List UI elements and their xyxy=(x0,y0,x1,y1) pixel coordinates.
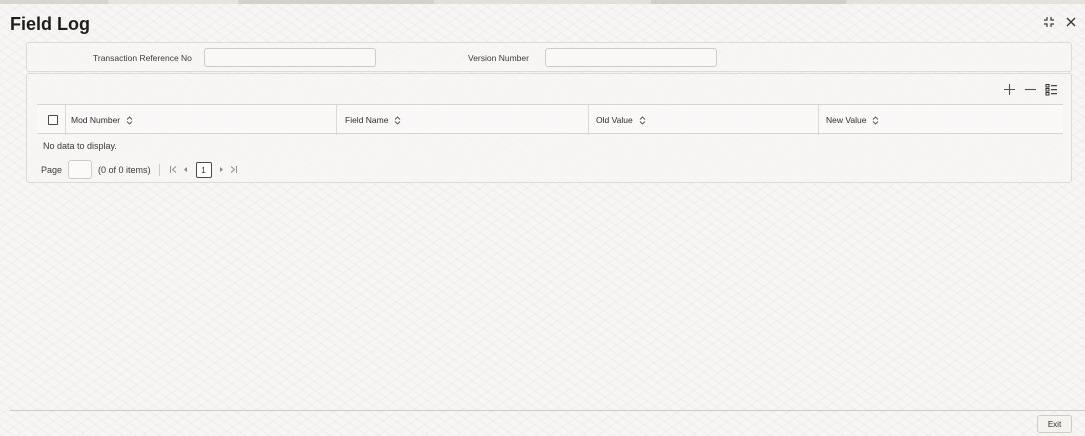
footer-divider xyxy=(10,410,1085,411)
select-all-checkbox[interactable] xyxy=(48,115,58,125)
next-page-icon[interactable] xyxy=(216,163,228,177)
column-header-field-name[interactable]: Field Name xyxy=(345,105,401,135)
column-header-label: Mod Number xyxy=(71,115,121,125)
field-log-table: Mod Number Field Name Old Value New Valu… xyxy=(37,104,1063,179)
column-header-label: Field Name xyxy=(345,115,389,125)
title-bar: Field Log xyxy=(10,12,90,36)
window-controls xyxy=(1041,14,1079,30)
version-number-label: Version Number xyxy=(468,53,529,63)
single-record-view-icon[interactable] xyxy=(1044,82,1059,97)
column-separator xyxy=(588,105,589,135)
page-title: Field Log xyxy=(10,13,90,34)
exit-button[interactable]: Exit xyxy=(1037,415,1072,433)
pagination-bar: Page (0 of 0 items) 1 xyxy=(41,160,240,179)
column-header-old-value[interactable]: Old Value xyxy=(596,105,646,135)
sort-icon[interactable] xyxy=(639,115,646,125)
version-number-input[interactable] xyxy=(545,48,717,67)
column-separator xyxy=(818,105,819,135)
close-icon[interactable] xyxy=(1063,14,1079,30)
column-header-label: New Value xyxy=(826,115,867,125)
column-separator xyxy=(65,105,66,135)
field-log-grid-panel: Mod Number Field Name Old Value New Valu… xyxy=(26,73,1072,183)
delete-row-icon[interactable] xyxy=(1023,82,1038,97)
table-header-row: Mod Number Field Name Old Value New Valu… xyxy=(37,104,1063,135)
add-row-icon[interactable] xyxy=(1002,82,1017,97)
column-separator xyxy=(336,105,337,135)
transaction-ref-label: Transaction Reference No xyxy=(93,53,192,63)
prev-page-icon[interactable] xyxy=(180,163,192,177)
collapse-icon[interactable] xyxy=(1041,14,1057,30)
column-header-mod-number[interactable]: Mod Number xyxy=(71,105,133,135)
first-page-icon[interactable] xyxy=(168,163,180,177)
page-number-input[interactable] xyxy=(68,160,93,179)
header-panel: Transaction Reference No Version Number xyxy=(26,42,1072,72)
pager-divider xyxy=(158,163,160,176)
empty-table-message: No data to display. xyxy=(43,141,117,151)
page-label: Page xyxy=(41,164,63,175)
grid-toolbar xyxy=(1002,82,1059,97)
sort-icon[interactable] xyxy=(872,115,879,125)
current-page-button[interactable]: 1 xyxy=(195,161,212,178)
column-header-label: Old Value xyxy=(596,115,633,125)
sort-icon[interactable] xyxy=(126,115,133,125)
sort-icon[interactable] xyxy=(394,115,401,125)
top-decoration-strip xyxy=(0,0,1085,4)
items-count: (0 of 0 items) xyxy=(98,164,151,175)
transaction-ref-input[interactable] xyxy=(204,48,376,67)
column-header-new-value[interactable]: New Value xyxy=(826,105,879,135)
last-page-icon[interactable] xyxy=(228,163,240,177)
